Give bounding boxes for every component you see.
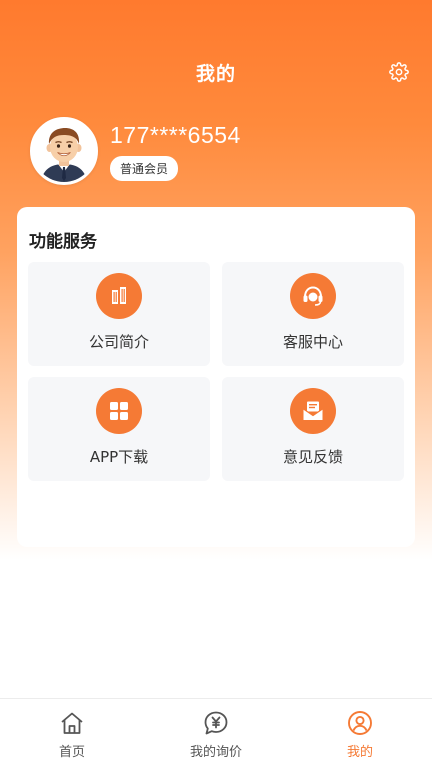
mail-icon [303, 401, 323, 420]
service-company-intro[interactable]: 公司简介 [28, 262, 210, 366]
service-icon-circle [290, 273, 336, 319]
tab-home[interactable]: 首页 [0, 699, 144, 768]
services-title: 功能服务 [29, 232, 97, 252]
tab-label: 我的询价 [189, 745, 242, 760]
avatar[interactable] [30, 117, 98, 185]
tab-label: 首页 [58, 745, 85, 760]
service-feedback[interactable]: 意见反馈 [222, 377, 404, 481]
service-label: APP下载 [89, 448, 149, 466]
services-card: 功能服务 公司简介 客服中心 APP下载 意见反馈 [17, 207, 415, 547]
user-info: 177****6554 普通会员 [110, 122, 241, 181]
headset-icon [303, 286, 323, 306]
service-icon-circle [290, 388, 336, 434]
title-bar: 我的 [0, 56, 432, 88]
service-icon-circle [96, 273, 142, 319]
tab-mine[interactable]: 我的 [288, 699, 432, 768]
settings-button[interactable] [388, 61, 410, 83]
service-app-download[interactable]: APP下载 [28, 377, 210, 481]
app-grid-icon [110, 402, 128, 420]
tab-label: 我的 [346, 745, 373, 760]
home-icon [61, 712, 83, 734]
page-title: 我的 [195, 62, 236, 85]
bottom-tabbar: 首页 我的询价 我的 [0, 698, 432, 768]
yen-chat-icon [204, 711, 228, 735]
service-label: 意见反馈 [282, 448, 343, 466]
service-label: 公司简介 [88, 333, 149, 351]
gear-icon [389, 62, 409, 82]
tab-my-inquiry[interactable]: 我的询价 [144, 699, 288, 768]
user-icon [348, 711, 372, 735]
building-icon [112, 287, 126, 304]
member-badge: 普通会员 [110, 155, 179, 181]
service-customer-center[interactable]: 客服中心 [222, 262, 404, 366]
service-icon-circle [96, 388, 142, 434]
profile-section: 177****6554 普通会员 [30, 116, 241, 186]
service-label: 客服中心 [282, 333, 343, 351]
user-avatar-icon [33, 120, 95, 182]
user-phone: 177****6554 [110, 121, 241, 148]
